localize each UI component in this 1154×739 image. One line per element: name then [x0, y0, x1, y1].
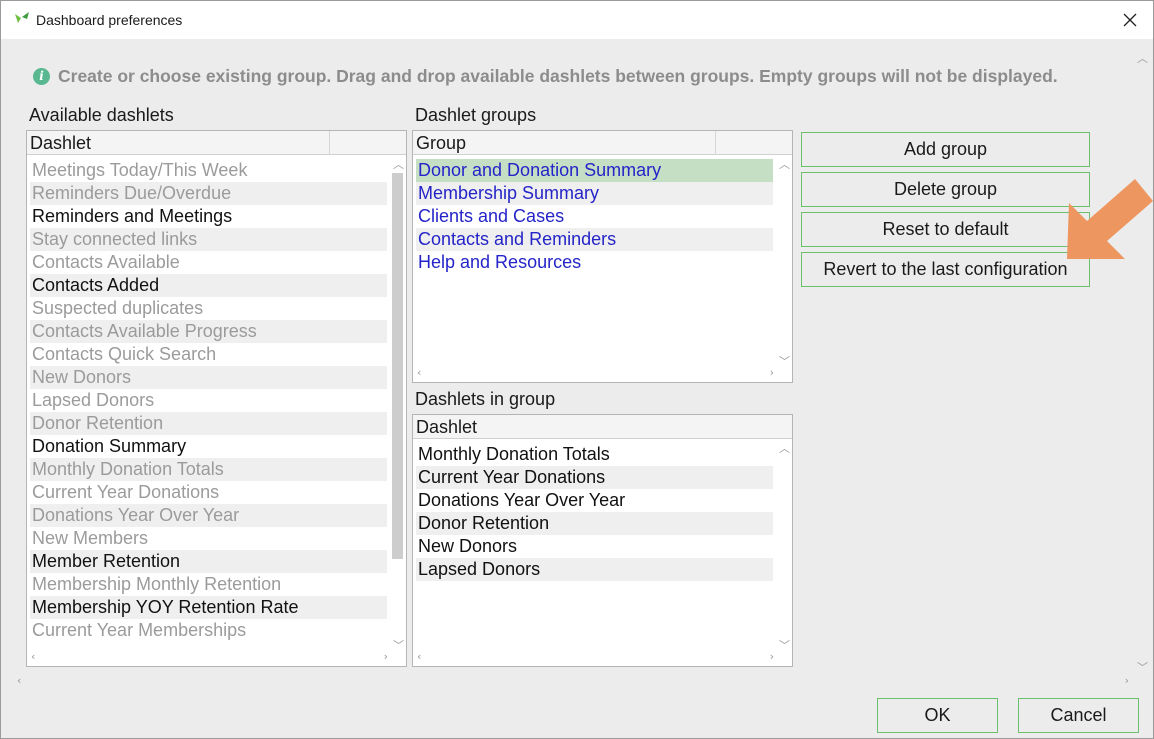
available-dashlet-item[interactable]: Meetings Today/This Week	[30, 159, 387, 182]
in-group-horizontal-scrollbar[interactable]: ‹ ›	[413, 650, 792, 664]
available-dashlet-item[interactable]: Reminders and Meetings	[30, 205, 387, 228]
dashlet-groups-label: Dashlet groups	[415, 105, 537, 125]
group-list-item[interactable]: Donor and Donation Summary	[416, 159, 773, 182]
available-dashlet-item[interactable]: Contacts Available Progress	[30, 320, 387, 343]
available-vertical-scrollbar[interactable]: ︿ ﹀	[390, 157, 405, 651]
info-message: i Create or choose existing group. Drag …	[33, 64, 1113, 88]
available-dashlet-item[interactable]: Lapsed Donors	[30, 389, 387, 412]
groups-list-header: Group	[413, 131, 792, 155]
in-group-dashlet-item[interactable]: Current Year Donations	[416, 466, 773, 489]
in-group-dashlet-item[interactable]: Donor Retention	[416, 512, 773, 535]
scroll-right-arrow-icon[interactable]: ›	[770, 651, 774, 662]
available-dashlet-item[interactable]: Contacts Quick Search	[30, 343, 387, 366]
add-group-button[interactable]: Add group	[801, 132, 1090, 167]
close-icon	[1123, 13, 1137, 27]
scroll-right-arrow-icon[interactable]: ›	[1125, 675, 1129, 686]
column-header-group[interactable]: Group	[416, 133, 466, 154]
scroll-up-arrow-icon[interactable]: ︿	[1137, 53, 1148, 64]
reset-to-default-button[interactable]: Reset to default	[801, 212, 1090, 247]
revert-last-configuration-button[interactable]: Revert to the last configuration	[801, 252, 1090, 287]
column-divider	[715, 131, 716, 155]
scroll-left-arrow-icon[interactable]: ‹	[31, 651, 35, 662]
scrollbar-thumb[interactable]	[392, 173, 403, 559]
scroll-down-arrow-icon[interactable]: ﹀	[1137, 662, 1148, 673]
available-horizontal-scrollbar[interactable]: ‹ ›	[27, 650, 406, 664]
close-button[interactable]	[1107, 1, 1153, 39]
column-header-dashlet[interactable]: Dashlet	[416, 417, 477, 438]
available-dashlet-item[interactable]: New Donors	[30, 366, 387, 389]
scroll-up-arrow-icon[interactable]: ︿	[393, 159, 404, 170]
dialog-vertical-scrollbar[interactable]: ︿ ﹀	[1134, 53, 1149, 673]
in-group-dashlet-item[interactable]: Donations Year Over Year	[416, 489, 773, 512]
available-dashlet-item[interactable]: Donor Retention	[30, 412, 387, 435]
available-list-header: Dashlet	[27, 131, 406, 155]
available-dashlet-item[interactable]: Donation Summary	[30, 435, 387, 458]
available-dashlet-item[interactable]: Stay connected links	[30, 228, 387, 251]
title-bar: Dashboard preferences	[1, 1, 1153, 39]
scroll-left-arrow-icon[interactable]: ‹	[417, 651, 421, 662]
scroll-right-arrow-icon[interactable]: ›	[384, 651, 388, 662]
scroll-up-arrow-icon[interactable]: ︿	[779, 159, 790, 170]
dashboard-preferences-dialog: Dashboard preferences i Create or choose…	[0, 0, 1154, 739]
available-dashlet-item[interactable]: Suspected duplicates	[30, 297, 387, 320]
in-group-vertical-scrollbar[interactable]: ︿ ﹀	[776, 441, 791, 651]
scroll-up-arrow-icon[interactable]: ︿	[779, 443, 790, 454]
groups-vertical-scrollbar[interactable]: ︿ ﹀	[776, 157, 791, 367]
scroll-left-arrow-icon[interactable]: ‹	[17, 675, 21, 686]
window-title: Dashboard preferences	[36, 12, 183, 28]
available-dashlet-item[interactable]: Membership Monthly Retention	[30, 573, 387, 596]
groups-horizontal-scrollbar[interactable]: ‹ ›	[413, 366, 792, 380]
available-dashlet-item[interactable]: Reminders Due/Overdue	[30, 182, 387, 205]
ok-button[interactable]: OK	[877, 698, 998, 733]
group-list-item[interactable]: Clients and Cases	[416, 205, 773, 228]
available-dashlet-item[interactable]: New Members	[30, 527, 387, 550]
info-text: Create or choose existing group. Drag an…	[58, 65, 1058, 86]
group-list-item[interactable]: Help and Resources	[416, 251, 773, 274]
dashlets-in-group-label: Dashlets in group	[415, 389, 556, 409]
available-dashlet-item[interactable]: Contacts Added	[30, 274, 387, 297]
available-dashlet-item[interactable]: Monthly Donation Totals	[30, 458, 387, 481]
dialog-horizontal-scrollbar[interactable]: ‹ ›	[13, 674, 1133, 688]
available-dashlet-item[interactable]: Current Year Donations	[30, 481, 387, 504]
in-group-list-header: Dashlet	[413, 415, 792, 439]
app-logo-icon	[15, 12, 29, 23]
in-group-dashlet-item[interactable]: New Donors	[416, 535, 773, 558]
column-header-dashlet[interactable]: Dashlet	[30, 133, 91, 154]
available-dashlets-list[interactable]: Dashlet Meetings Today/This Week Reminder…	[26, 130, 407, 667]
in-group-dashlet-item[interactable]: Lapsed Donors	[416, 558, 773, 581]
dashlet-groups-list[interactable]: Group Donor and Donation Summary Membersh…	[412, 130, 793, 383]
delete-group-button[interactable]: Delete group	[801, 172, 1090, 207]
available-rows: Meetings Today/This Week Reminders Due/Ov…	[30, 159, 387, 642]
available-dashlets-label: Available dashlets	[29, 105, 174, 125]
group-list-item[interactable]: Contacts and Reminders	[416, 228, 773, 251]
cancel-button[interactable]: Cancel	[1018, 698, 1139, 733]
dashlets-in-group-list[interactable]: Dashlet Monthly Donation Totals Current Y…	[412, 414, 793, 667]
group-list-item[interactable]: Membership Summary	[416, 182, 773, 205]
scroll-right-arrow-icon[interactable]: ›	[770, 367, 774, 378]
available-dashlet-item[interactable]: Contacts Available	[30, 251, 387, 274]
in-group-rows: Monthly Donation Totals Current Year Dona…	[416, 443, 773, 581]
available-dashlet-item[interactable]: Current Year Memberships	[30, 619, 387, 642]
group-rows: Donor and Donation Summary Membership Sum…	[416, 159, 773, 274]
in-group-dashlet-item[interactable]: Monthly Donation Totals	[416, 443, 773, 466]
available-dashlet-item[interactable]: Membership YOY Retention Rate	[30, 596, 387, 619]
column-divider	[329, 131, 330, 155]
available-dashlet-item[interactable]: Member Retention	[30, 550, 387, 573]
available-dashlet-item[interactable]: Donations Year Over Year	[30, 504, 387, 527]
scroll-left-arrow-icon[interactable]: ‹	[417, 367, 421, 378]
info-icon: i	[33, 67, 50, 85]
